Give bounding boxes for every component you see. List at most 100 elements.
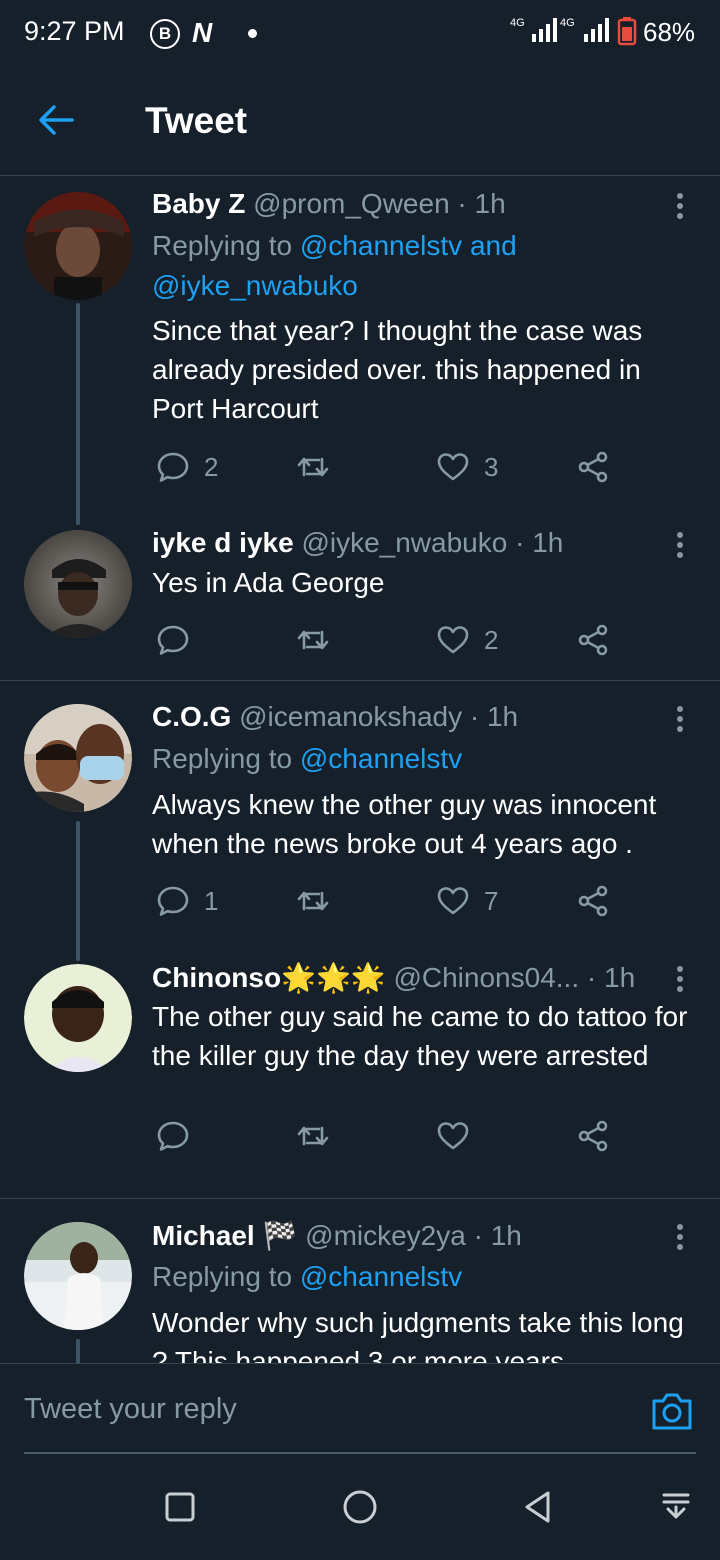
status-bar: 9:27 PM B N 4G 4G 68% <box>0 0 720 64</box>
share-button[interactable] <box>576 879 610 923</box>
replying-prefix: Replying to <box>152 230 300 261</box>
share-icon <box>578 1120 608 1152</box>
retweet-icon <box>297 630 329 650</box>
b-app-icon: B <box>150 19 180 49</box>
page-title: Tweet <box>145 100 248 141</box>
reply-button[interactable] <box>156 1114 204 1158</box>
share-button[interactable] <box>576 618 610 662</box>
heart-icon <box>437 453 469 481</box>
replying-prefix: Replying to <box>152 1261 300 1292</box>
avatar[interactable] <box>24 192 132 300</box>
share-icon <box>578 624 608 656</box>
mention-link[interactable]: @channelstv <box>300 1261 462 1292</box>
reply-icon <box>157 452 189 482</box>
share-button[interactable] <box>576 445 610 489</box>
more-options-icon[interactable] <box>668 704 692 734</box>
author-handle: @mickey2ya · 1h <box>305 1220 522 1251</box>
replying-to: Replying to @channelstv and @iyke_nwabuk… <box>152 226 517 306</box>
reply-input[interactable] <box>24 1386 624 1432</box>
divider <box>0 1198 720 1199</box>
tweet-actions: 1 7 <box>152 879 672 923</box>
back-triangle-icon[interactable] <box>516 1485 560 1529</box>
reply-count: 2 <box>204 451 219 482</box>
tweet-header: Chinonso🌟🌟🌟 @Chinons04... · 1h <box>152 961 635 994</box>
app-header: Tweet <box>0 64 720 176</box>
replying-to: Replying to @channelstv <box>152 1257 462 1297</box>
like-button[interactable]: 7 <box>436 879 498 923</box>
avatar[interactable] <box>24 530 132 638</box>
author-name[interactable]: C.O.G <box>152 701 231 732</box>
retweet-icon <box>297 1126 329 1146</box>
reply-feed: Baby Z @prom_Qween · 1h Replying to @cha… <box>0 177 720 1363</box>
reply-icon <box>157 1121 189 1151</box>
reply-composer <box>0 1363 720 1454</box>
retweet-button[interactable] <box>296 618 330 662</box>
replying-to: Replying to @channelstv <box>152 739 462 779</box>
retweet-icon <box>297 891 329 911</box>
tweet-text: The other guy said he came to do tattoo … <box>152 1001 688 1071</box>
back-arrow-icon[interactable] <box>36 100 76 140</box>
reply-button[interactable] <box>156 618 204 662</box>
reply-count: 1 <box>204 885 219 916</box>
camera-icon[interactable] <box>650 1390 694 1432</box>
name-emoji: 🏁 <box>262 1220 298 1251</box>
share-icon <box>578 451 608 483</box>
heart-icon <box>437 626 469 654</box>
home-circle-icon[interactable] <box>338 1485 382 1529</box>
thread-line <box>76 821 80 961</box>
more-options-icon[interactable] <box>668 964 692 994</box>
more-options-icon[interactable] <box>668 191 692 221</box>
heart-icon <box>437 887 469 915</box>
reply-button[interactable]: 2 <box>156 445 218 489</box>
author-name[interactable]: Baby Z <box>152 188 245 219</box>
like-count: 7 <box>484 885 499 916</box>
notification-dot-icon <box>248 29 257 38</box>
retweet-button[interactable] <box>296 445 330 489</box>
signal-4g-icon-1: 4G <box>510 17 557 42</box>
tweet-text: Wonder why such judgments take this long… <box>152 1307 684 1363</box>
more-options-icon[interactable] <box>668 530 692 560</box>
author-handle: @icemanokshady · 1h <box>239 701 519 732</box>
reply-icon <box>157 625 189 655</box>
tweet-text: Since that year? I thought the case was … <box>152 315 643 424</box>
network-1-label: 4G <box>510 17 525 29</box>
tweet-text: Always knew the other guy was innocent w… <box>152 789 657 859</box>
retweet-button[interactable] <box>296 1114 330 1158</box>
thread-line <box>76 1339 80 1363</box>
like-button[interactable]: 3 <box>436 445 498 489</box>
share-icon <box>578 885 608 917</box>
mention-link[interactable]: @iyke_nwabuko <box>152 270 358 301</box>
tweet-header: iyke d iyke @iyke_nwabuko · 1h <box>152 527 563 559</box>
author-name[interactable]: Chinonso <box>152 962 281 993</box>
n-app-icon: N <box>192 17 213 48</box>
tweet-actions: 2 <box>152 618 672 662</box>
avatar[interactable] <box>24 964 132 1072</box>
more-options-icon[interactable] <box>668 1222 692 1252</box>
author-name[interactable]: iyke d iyke <box>152 527 294 558</box>
mention-link[interactable]: @channelstv <box>300 743 462 774</box>
author-name[interactable]: Michael <box>152 1220 255 1251</box>
tweet-text: Yes in Ada George <box>152 567 385 598</box>
share-button[interactable] <box>576 1114 610 1158</box>
tweet-header: Baby Z @prom_Qween · 1h <box>152 188 506 220</box>
recents-square-icon[interactable] <box>158 1485 202 1529</box>
heart-icon <box>437 1122 469 1150</box>
tweet-actions: 2 3 <box>152 445 672 489</box>
system-nav-bar <box>0 1455 720 1560</box>
tweet-actions <box>152 1114 672 1158</box>
name-emoji: 🌟🌟🌟 <box>281 962 386 993</box>
notification-pulldown-icon[interactable] <box>654 1485 698 1529</box>
avatar[interactable] <box>24 1222 132 1330</box>
avatar[interactable] <box>24 704 132 812</box>
author-handle: @iyke_nwabuko · 1h <box>301 527 564 558</box>
reply-button[interactable]: 1 <box>156 879 218 923</box>
like-button[interactable]: 2 <box>436 618 498 662</box>
mention-link[interactable]: @channelstv <box>300 230 462 261</box>
like-count: 2 <box>484 624 499 655</box>
retweet-button[interactable] <box>296 879 330 923</box>
author-handle: @prom_Qween · 1h <box>253 188 506 219</box>
reply-icon <box>157 886 189 916</box>
signal-4g-icon-2: 4G <box>560 17 609 42</box>
like-button[interactable] <box>436 1114 484 1158</box>
author-handle: @Chinons04... <box>393 962 580 993</box>
